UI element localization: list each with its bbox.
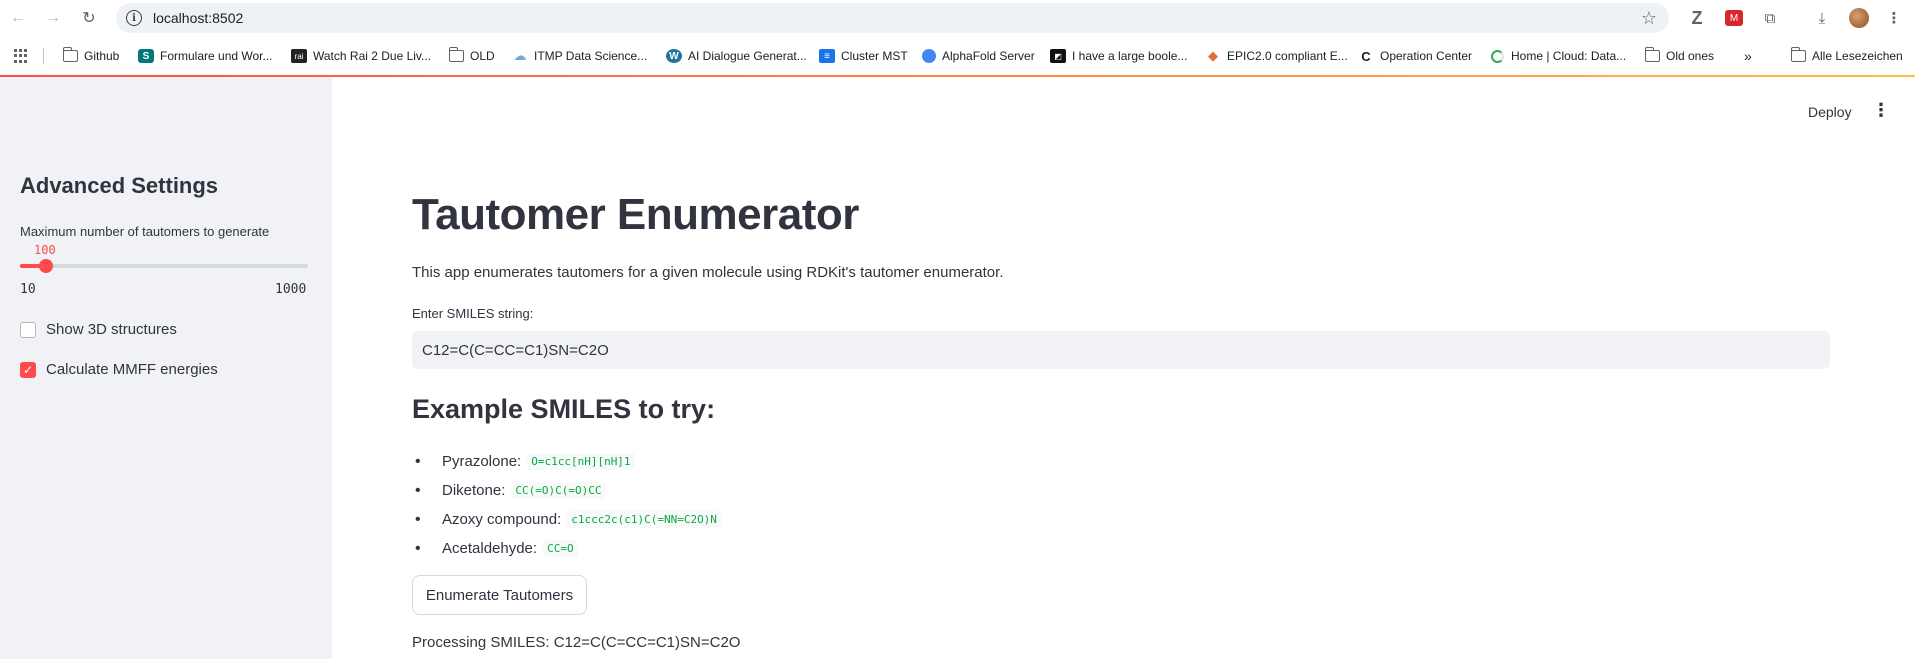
examples-list: • Pyrazolone: O=c1cc[nH][nH]1 • Diketone…	[412, 447, 721, 563]
profile-avatar[interactable]	[1849, 8, 1869, 28]
bookmark-itmp[interactable]: ☁ ITMP Data Science...	[512, 46, 648, 66]
smiles-code: CC(=O)C(=O)CC	[511, 482, 606, 499]
bookmark-epic[interactable]: ◆ EPIC2.0 compliant E...	[1205, 46, 1348, 66]
download-icon[interactable]: ⤓	[1811, 7, 1833, 29]
wordpress-icon: W	[666, 49, 682, 63]
bookmark-large-boolean[interactable]: ◩ I have a large boole...	[1050, 46, 1187, 66]
bookmark-home-cloud[interactable]: Home | Cloud: Data...	[1489, 46, 1626, 66]
sidebar-title: Advanced Settings	[20, 173, 219, 198]
bookmark-github[interactable]: Github	[62, 46, 119, 66]
slider-thumb[interactable]	[39, 259, 54, 273]
more-bookmarks-button[interactable]: »	[1744, 46, 1752, 66]
forward-arrow-icon[interactable]: →	[41, 6, 65, 30]
bookmark-operation-center[interactable]: C Operation Center	[1358, 46, 1472, 66]
processing-status: Processing SMILES: C12=C(C=CC=C1)SN=C2O	[412, 634, 741, 651]
reload-icon[interactable]: ↻	[77, 6, 101, 30]
bookmark-alphafold[interactable]: AlphaFold Server	[922, 46, 1035, 66]
address-bar[interactable]: i localhost:8502 ☆	[116, 3, 1669, 33]
smiles-code: O=c1cc[nH][nH]1	[527, 453, 635, 470]
bookmark-cluster-mst[interactable]: ≡ Cluster MST	[819, 46, 908, 66]
enumerate-tautomers-button[interactable]: Enumerate Tautomers	[412, 575, 587, 615]
epic-icon: ◆	[1208, 48, 1218, 63]
list-item: • Pyrazolone: O=c1cc[nH][nH]1	[412, 447, 721, 476]
app-description: This app enumerates tautomers for a give…	[412, 264, 1004, 281]
url-text[interactable]: localhost:8502	[153, 10, 243, 26]
alphafold-icon	[922, 49, 936, 63]
slider-value: 100	[34, 243, 56, 257]
bullet: •	[415, 539, 421, 557]
bullet: •	[415, 481, 421, 499]
smiles-code: c1ccc2c(c1)C(=NN=C2O)N	[567, 511, 721, 528]
slider-label: Maximum number of tautomers to generate	[20, 224, 270, 239]
zotero-extension-icon[interactable]: Z	[1686, 7, 1708, 29]
smiles-code: CC=O	[543, 540, 578, 557]
slider-min-label: 10	[20, 282, 36, 297]
mmff-energies-checkbox[interactable]: ✓ Calculate MMFF energies	[20, 361, 218, 378]
operation-icon: C	[1361, 48, 1371, 64]
site-info-icon[interactable]: i	[126, 10, 142, 26]
show-3d-checkbox[interactable]: Show 3D structures	[20, 321, 177, 338]
checkbox-box[interactable]	[20, 321, 36, 338]
bullet: •	[415, 510, 421, 528]
main-menu-icon[interactable]: ⋮	[1872, 100, 1890, 121]
smiles-input[interactable]	[412, 331, 1830, 369]
cloud-icon: ☁	[513, 48, 527, 63]
list-item: • Diketone: CC(=O)C(=O)CC	[412, 476, 721, 505]
loading-icon	[1489, 49, 1505, 63]
list-item: • Azoxy compound: c1ccc2c(c1)C(=NN=C2O)N	[412, 505, 721, 534]
max-tautomers-slider[interactable]	[20, 259, 308, 273]
folder-icon	[1790, 47, 1806, 62]
page-title: Tautomer Enumerator	[412, 190, 859, 239]
smiles-input-label: Enter SMILES string:	[412, 306, 534, 321]
deploy-button[interactable]: Deploy	[1808, 104, 1852, 120]
bullet: •	[415, 452, 421, 470]
sheet-icon: ≡	[819, 49, 835, 63]
bookmark-old[interactable]: OLD	[448, 46, 495, 66]
bookmark-formulare[interactable]: S Formulare und Wor...	[138, 46, 273, 66]
site-icon: ◩	[1050, 49, 1066, 63]
apps-grid-icon[interactable]	[14, 49, 28, 63]
browser-toolbar: ← → ↻ i localhost:8502 ☆ Z M ⧉ ⤓ ⋮	[0, 0, 1915, 36]
folder-icon	[1644, 47, 1660, 62]
back-arrow-icon[interactable]: ←	[6, 6, 30, 30]
sidebar: Advanced Settings Maximum number of taut…	[0, 77, 332, 659]
bookmark-star-icon[interactable]: ☆	[1641, 8, 1657, 29]
sharepoint-icon: S	[138, 49, 154, 63]
slider-max-label: 1000	[275, 282, 307, 297]
bookmark-ai-dialogue[interactable]: W AI Dialogue Generat...	[666, 46, 807, 66]
folder-icon	[62, 47, 78, 62]
bookmark-old-ones[interactable]: Old ones	[1644, 46, 1714, 66]
bookmarks-divider	[43, 48, 44, 64]
extensions-puzzle-icon[interactable]: ⧉	[1759, 7, 1781, 29]
browser-menu-icon[interactable]: ⋮	[1883, 7, 1905, 29]
folder-icon	[448, 47, 464, 62]
checkbox-box[interactable]: ✓	[20, 361, 36, 378]
bookmarks-bar: Github S Formulare und Wor... rai Watch …	[0, 40, 1915, 70]
list-item: • Acetaldehyde: CC=O	[412, 534, 721, 563]
all-bookmarks-folder[interactable]: Alle Lesezeichen	[1790, 46, 1903, 66]
examples-heading: Example SMILES to try:	[412, 394, 716, 424]
rai-icon: rai	[291, 49, 307, 63]
bookmark-rai[interactable]: rai Watch Rai 2 Due Liv...	[291, 46, 431, 66]
mendeley-extension-icon[interactable]: M	[1725, 10, 1743, 26]
